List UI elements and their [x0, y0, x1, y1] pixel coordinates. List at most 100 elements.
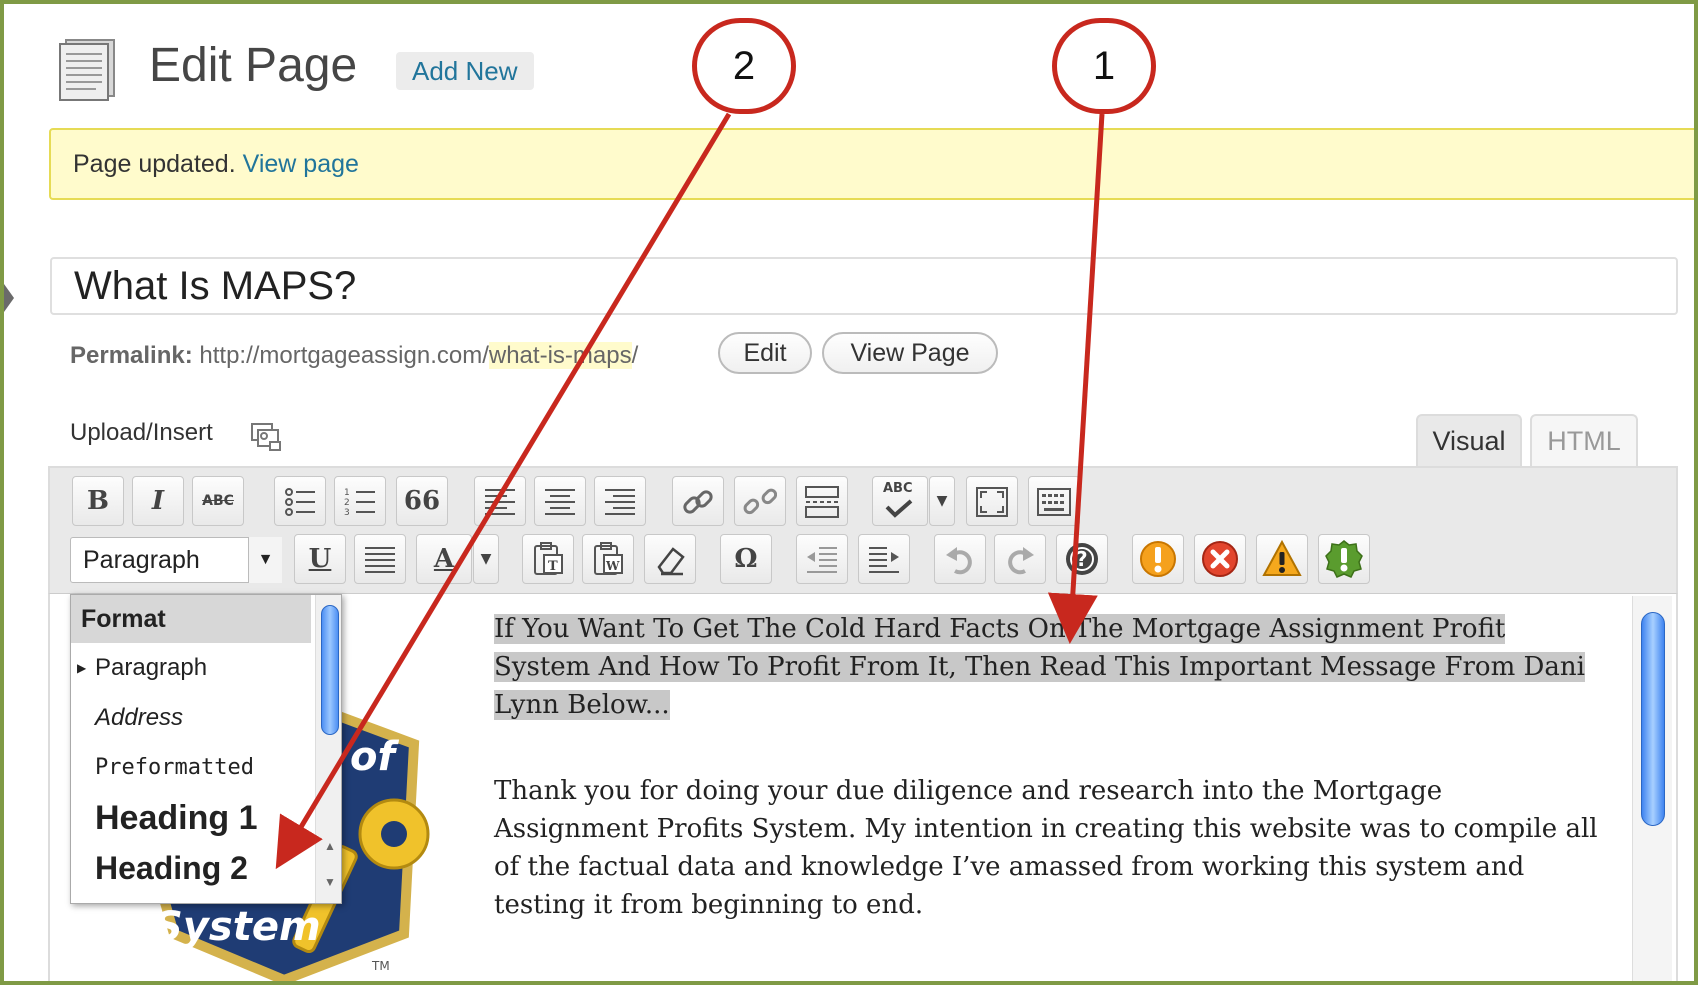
logo-trademark: TM — [371, 959, 390, 973]
permalink-label: Permalink: — [70, 342, 193, 369]
chevron-down-icon: ▼ — [480, 551, 492, 567]
align-center-button[interactable] — [534, 476, 586, 526]
redo-icon — [1008, 547, 1034, 575]
paste-word-button[interactable]: W — [582, 534, 634, 584]
eraser-icon — [657, 547, 685, 576]
svg-text:T: T — [548, 559, 558, 574]
numbered-list-icon: 123 — [344, 488, 375, 518]
callout-1: 1 — [1052, 18, 1156, 114]
tab-html[interactable]: HTML — [1530, 414, 1638, 466]
add-media-icon[interactable] — [250, 420, 282, 452]
align-left-icon — [485, 489, 515, 515]
undo-button[interactable] — [934, 534, 986, 584]
align-right-icon — [605, 489, 635, 515]
redo-button[interactable] — [994, 534, 1046, 584]
align-right-button[interactable] — [594, 476, 646, 526]
unlink-icon — [743, 488, 778, 515]
editor-scroll-thumb[interactable] — [1641, 612, 1665, 826]
svg-text:1: 1 — [344, 488, 350, 498]
view-page-link[interactable]: View page — [243, 150, 359, 178]
format-option-preformatted[interactable]: Preformatted — [71, 743, 311, 793]
blockquote-button[interactable]: 66 — [396, 476, 448, 526]
content-highlight-paragraph: If You Want To Get The Cold Hard Facts O… — [494, 610, 1604, 724]
numbered-list-button[interactable]: 123 — [334, 476, 386, 526]
kitchen-sink-button[interactable] — [1028, 476, 1080, 526]
pages-icon — [59, 39, 115, 101]
format-option-heading-1[interactable]: Heading 1 — [71, 793, 311, 843]
format-dropdown-menu[interactable]: Format Paragraph Address Preformatted He… — [70, 594, 342, 904]
spellcheck-language-dropdown[interactable]: ▼ — [929, 476, 955, 526]
notice-text: Page updated. — [73, 150, 236, 178]
help-button[interactable]: ? — [1056, 534, 1108, 584]
indent-icon — [869, 547, 899, 573]
paste-word-icon: W — [594, 542, 623, 575]
tab-visual[interactable]: Visual — [1416, 414, 1522, 466]
callout-2: 2 — [692, 18, 796, 114]
bullet-list-icon — [285, 488, 315, 516]
link-icon — [683, 490, 713, 514]
post-title-input[interactable]: What Is MAPS? — [50, 257, 1678, 315]
text-color-icon: A — [433, 544, 455, 574]
format-dropdown-arrow[interactable]: ▼ — [248, 537, 282, 583]
view-page-button[interactable]: View Page — [822, 332, 998, 374]
bullet-list-button[interactable] — [274, 476, 326, 526]
indent-button[interactable] — [858, 534, 910, 584]
collapse-handle[interactable] — [4, 284, 14, 312]
checkmark-icon — [885, 499, 913, 518]
insert-link-button[interactable] — [672, 476, 724, 526]
permalink-row: Permalink: http://mortgageassign.com/wha… — [70, 336, 638, 376]
format-option-paragraph[interactable]: Paragraph — [71, 643, 311, 693]
clear-formatting-button[interactable] — [644, 534, 696, 584]
text-color-dropdown[interactable]: ▼ — [473, 534, 499, 584]
italic-button[interactable]: I — [132, 476, 184, 526]
insert-more-button[interactable] — [796, 476, 848, 526]
add-new-button[interactable]: Add New — [396, 52, 534, 90]
chevron-down-icon: ▼ — [936, 493, 948, 509]
unlink-button[interactable] — [734, 476, 786, 526]
more-tag-icon — [805, 486, 839, 518]
svg-text:?: ? — [1076, 547, 1088, 571]
format-menu-header: Format — [71, 595, 311, 643]
permalink-trail: / — [631, 342, 639, 369]
scroll-down-icon[interactable]: ▼ — [320, 875, 340, 889]
upload-insert-label: Upload/Insert — [70, 419, 213, 446]
logo-text-system: System — [154, 904, 321, 950]
text-color-button[interactable]: A — [416, 534, 472, 584]
justify-button[interactable] — [354, 534, 406, 584]
align-left-button[interactable] — [474, 476, 526, 526]
editor-scrollbar[interactable] — [1632, 596, 1672, 981]
permalink-slug[interactable]: what-is-maps — [488, 342, 632, 369]
paste-text-icon: T — [534, 542, 563, 575]
outdent-button[interactable] — [796, 534, 848, 584]
svg-text:W: W — [605, 559, 620, 573]
strikethrough-button[interactable]: ABC — [192, 476, 244, 526]
undo-icon — [946, 547, 972, 575]
warning-button[interactable] — [1256, 534, 1308, 584]
align-center-icon — [545, 489, 575, 515]
paste-text-button[interactable]: T — [522, 534, 574, 584]
format-option-heading-2[interactable]: Heading 2 — [71, 843, 311, 893]
help-icon: ? — [1066, 543, 1098, 575]
permalink-edit-button[interactable]: Edit — [718, 332, 812, 374]
special-character-button[interactable]: Ω — [720, 534, 772, 584]
scroll-up-icon[interactable]: ▲ — [320, 839, 340, 853]
underline-button[interactable]: U — [294, 534, 346, 584]
spellcheck-button[interactable]: ABC — [872, 476, 928, 526]
red-alert-button[interactable] — [1194, 534, 1246, 584]
format-menu-scroll-thumb[interactable] — [321, 605, 339, 735]
green-notice-button[interactable] — [1318, 534, 1370, 584]
kitchen-sink-icon — [1037, 488, 1071, 516]
format-option-address[interactable]: Address — [71, 693, 311, 743]
warning-icon — [1262, 539, 1302, 576]
selected-text[interactable]: If You Want To Get The Cold Hard Facts O… — [494, 614, 1585, 720]
orange-notice-button[interactable] — [1132, 534, 1184, 584]
svg-text:2: 2 — [344, 498, 350, 508]
bold-button[interactable]: B — [72, 476, 124, 526]
fullscreen-button[interactable] — [966, 476, 1018, 526]
exclamation-orange-icon — [1140, 541, 1176, 577]
fullscreen-icon — [976, 487, 1008, 517]
svg-text:3: 3 — [344, 508, 350, 518]
format-menu-scrollbar[interactable]: ▲ ▼ — [315, 595, 341, 903]
content-paragraph: Thank you for doing your due diligence a… — [494, 776, 1598, 920]
editor-content[interactable]: If You Want To Get The Cold Hard Facts O… — [494, 610, 1604, 972]
